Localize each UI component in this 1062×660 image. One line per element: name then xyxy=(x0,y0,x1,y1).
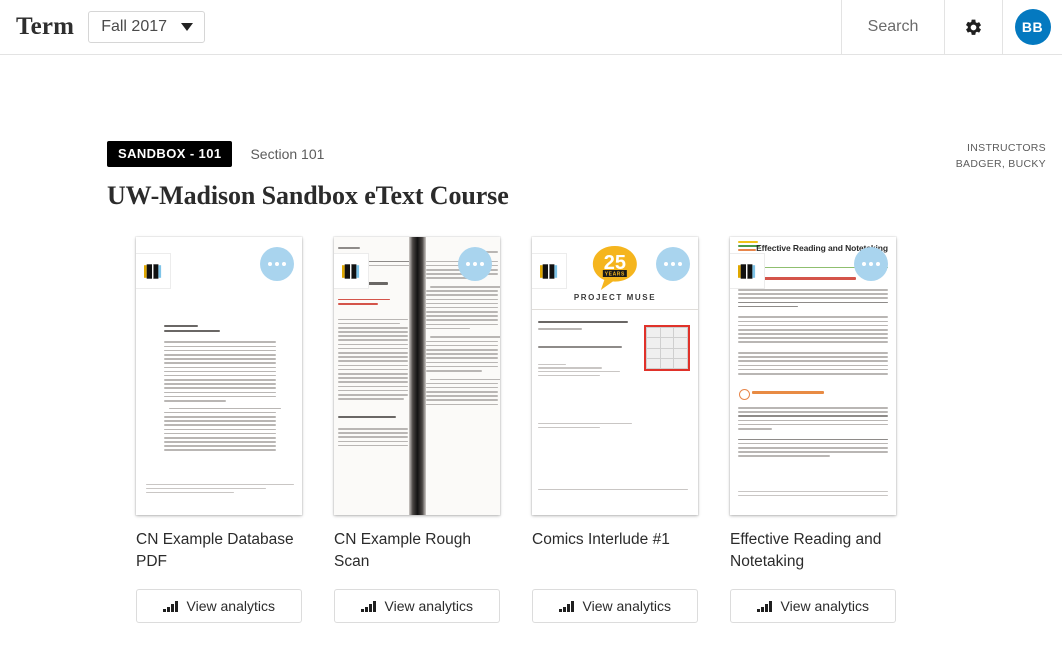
instructors-block: INSTRUCTORS BADGER, BUCKY xyxy=(956,141,1046,173)
gear-icon xyxy=(964,18,983,37)
more-options-icon[interactable] xyxy=(260,247,294,281)
view-analytics-button[interactable]: View analytics xyxy=(532,589,698,623)
more-options-icon[interactable] xyxy=(854,247,888,281)
book-thumbnail[interactable]: 25 YEARS PROJECT MUSE xyxy=(532,237,698,515)
book-title: Comics Interlude #1 xyxy=(532,531,670,548)
clock-icon xyxy=(739,389,750,400)
comic-panel-grid xyxy=(644,325,690,371)
book-title: Effective Reading and Notetaking xyxy=(730,531,882,570)
book-icon xyxy=(730,253,765,289)
course-section-label: Section 101 xyxy=(250,146,325,162)
preview-footnote xyxy=(738,491,888,499)
course-heading-block: SANDBOX - 101 Section 101 UW-Madison San… xyxy=(0,55,1062,211)
view-analytics-label: View analytics xyxy=(186,598,275,614)
view-analytics-button[interactable]: View analytics xyxy=(730,589,896,623)
top-header-bar: Term Fall 2017 Search BB xyxy=(0,0,1062,55)
book-icon xyxy=(334,253,369,289)
preview-footnote xyxy=(538,489,688,493)
book-card: Effective Reading and Notetaking Effecti… xyxy=(730,237,896,623)
header-left-group: Term Fall 2017 xyxy=(0,0,841,54)
preview-text-block xyxy=(538,321,638,379)
search-button[interactable]: Search xyxy=(841,0,944,54)
view-analytics-label: View analytics xyxy=(582,598,671,614)
muse-25-years-icon: 25 YEARS xyxy=(590,245,640,291)
page-title: UW-Madison Sandbox eText Course xyxy=(107,181,509,210)
avatar: BB xyxy=(1014,9,1051,45)
view-analytics-button[interactable]: View analytics xyxy=(334,589,500,623)
preview-text-block xyxy=(164,325,281,454)
term-select[interactable]: Fall 2017 xyxy=(88,11,206,43)
book-thumbnail[interactable] xyxy=(136,237,302,515)
preview-footnote xyxy=(146,484,294,495)
book-icon xyxy=(532,253,567,289)
book-card: 25 YEARS PROJECT MUSE Comics Interlude #… xyxy=(532,237,698,623)
book-thumbnail[interactable] xyxy=(334,237,500,515)
bar-chart-icon xyxy=(361,600,376,612)
preview-text-block-2 xyxy=(738,407,888,459)
cover-divider xyxy=(532,309,698,310)
preview-link-block xyxy=(538,423,638,431)
project-muse-logo: 25 YEARS PROJECT MUSE xyxy=(574,245,656,302)
view-analytics-label: View analytics xyxy=(780,598,869,614)
bar-chart-icon xyxy=(163,600,178,612)
bar-chart-icon xyxy=(559,600,574,612)
term-select-value: Fall 2017 xyxy=(101,18,168,35)
instructors-value: BADGER, BUCKY xyxy=(955,157,1046,170)
view-analytics-label: View analytics xyxy=(384,598,473,614)
preview-section-block xyxy=(752,391,888,403)
book-card: CN Example Rough Scan View analytics xyxy=(334,237,500,623)
user-avatar-button[interactable]: BB xyxy=(1002,0,1062,54)
book-icon xyxy=(136,253,171,289)
search-label: Search xyxy=(867,18,919,35)
project-muse-label: PROJECT MUSE xyxy=(573,293,657,302)
book-title: CN Example Database PDF xyxy=(136,531,294,570)
book-title: CN Example Rough Scan xyxy=(334,531,471,570)
avatar-initials: BB xyxy=(1021,19,1044,35)
scan-spine-shadow xyxy=(409,237,426,515)
book-thumbnail[interactable]: Effective Reading and Notetaking xyxy=(730,237,896,515)
course-badge-row: SANDBOX - 101 Section 101 xyxy=(107,141,1062,167)
book-card: CN Example Database PDF View analytics xyxy=(136,237,302,623)
chevron-down-icon xyxy=(181,23,194,31)
more-options-icon[interactable] xyxy=(458,247,492,281)
more-options-icon[interactable] xyxy=(656,247,690,281)
instructors-label: INSTRUCTORS xyxy=(967,142,1046,154)
view-analytics-button[interactable]: View analytics xyxy=(136,589,302,623)
term-label: Term xyxy=(16,13,75,40)
bar-chart-icon xyxy=(757,600,772,612)
settings-button[interactable] xyxy=(944,0,1002,54)
course-code-badge: SANDBOX - 101 xyxy=(107,141,233,167)
svg-text:YEARS: YEARS xyxy=(605,272,625,278)
preview-text-block xyxy=(738,277,888,377)
book-grid: CN Example Database PDF View analytics C… xyxy=(0,211,1062,623)
